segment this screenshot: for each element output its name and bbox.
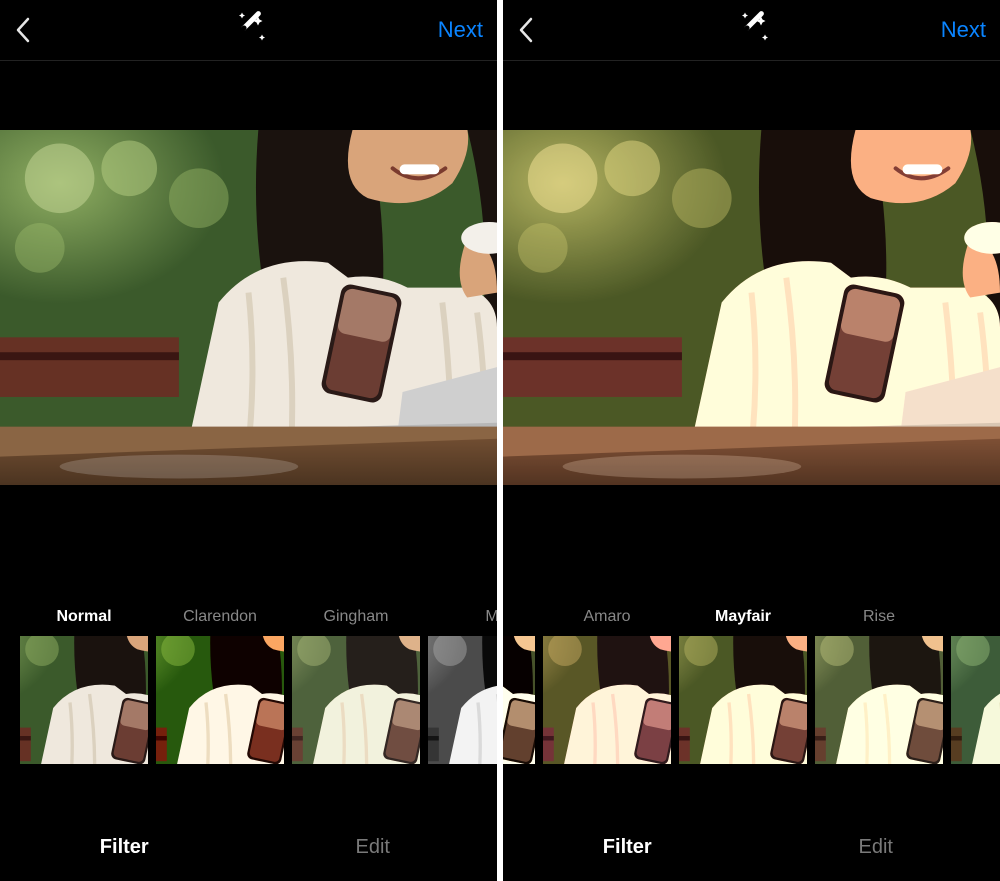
filter-option[interactable] (503, 608, 539, 788)
filter-option[interactable] (947, 608, 1000, 788)
tab-edit[interactable]: Edit (249, 836, 498, 859)
filter-label: Mayfair (715, 608, 771, 636)
filter-label: Normal (56, 608, 111, 636)
phone-pane-right: Next Amaro Mayfair Rise Filter Edit (503, 0, 1000, 881)
header: Next (0, 0, 497, 61)
filter-thumbnail (679, 636, 807, 764)
filter-thumbnail (543, 636, 671, 764)
filter-label: Gingham (324, 608, 389, 636)
bottom-tabs: Filter Edit (503, 813, 1000, 881)
tab-filter[interactable]: Filter (503, 836, 752, 859)
filter-thumbnail (156, 636, 284, 764)
magic-wand-icon (232, 11, 266, 45)
filter-thumbnail (20, 636, 148, 764)
filter-thumbnail (815, 636, 943, 764)
phone-pane-left: Next Normal Clarendon Gingham M Filter Edit (0, 0, 497, 881)
photo-preview[interactable] (0, 130, 497, 485)
filter-option[interactable]: M (424, 608, 497, 788)
chevron-left-icon (14, 16, 32, 44)
filter-option[interactable]: Normal (16, 608, 152, 788)
next-button[interactable]: Next (438, 17, 483, 43)
bottom-tabs: Filter Edit (0, 813, 497, 881)
filter-option[interactable]: Mayfair (675, 608, 811, 788)
photo-preview[interactable] (503, 130, 1000, 485)
filter-label: Amaro (583, 608, 630, 636)
tab-filter[interactable]: Filter (0, 836, 249, 859)
comparison-stage: Next Normal Clarendon Gingham M Filter Edit… (0, 0, 1000, 881)
auto-enhance-button[interactable] (735, 11, 769, 50)
filter-thumbnail (951, 636, 1000, 764)
magic-wand-icon (735, 11, 769, 45)
header: Next (503, 0, 1000, 61)
filter-option[interactable]: Rise (811, 608, 947, 788)
filter-thumbnail (503, 636, 535, 764)
filter-label: Clarendon (183, 608, 257, 636)
filter-option[interactable]: Clarendon (152, 608, 288, 788)
filter-thumbnail (428, 636, 497, 764)
next-button[interactable]: Next (941, 17, 986, 43)
filter-thumbnail (292, 636, 420, 764)
filter-option[interactable]: Amaro (539, 608, 675, 788)
filter-strip[interactable]: Amaro Mayfair Rise (503, 608, 1000, 788)
chevron-left-icon (517, 16, 535, 44)
back-button[interactable] (517, 16, 535, 44)
filter-option[interactable]: Gingham (288, 608, 424, 788)
filter-strip[interactable]: Normal Clarendon Gingham M (16, 608, 497, 788)
filter-label: M (485, 608, 497, 636)
back-button[interactable] (14, 16, 32, 44)
filter-label: Rise (863, 608, 895, 636)
auto-enhance-button[interactable] (232, 11, 266, 50)
tab-edit[interactable]: Edit (752, 836, 1000, 859)
